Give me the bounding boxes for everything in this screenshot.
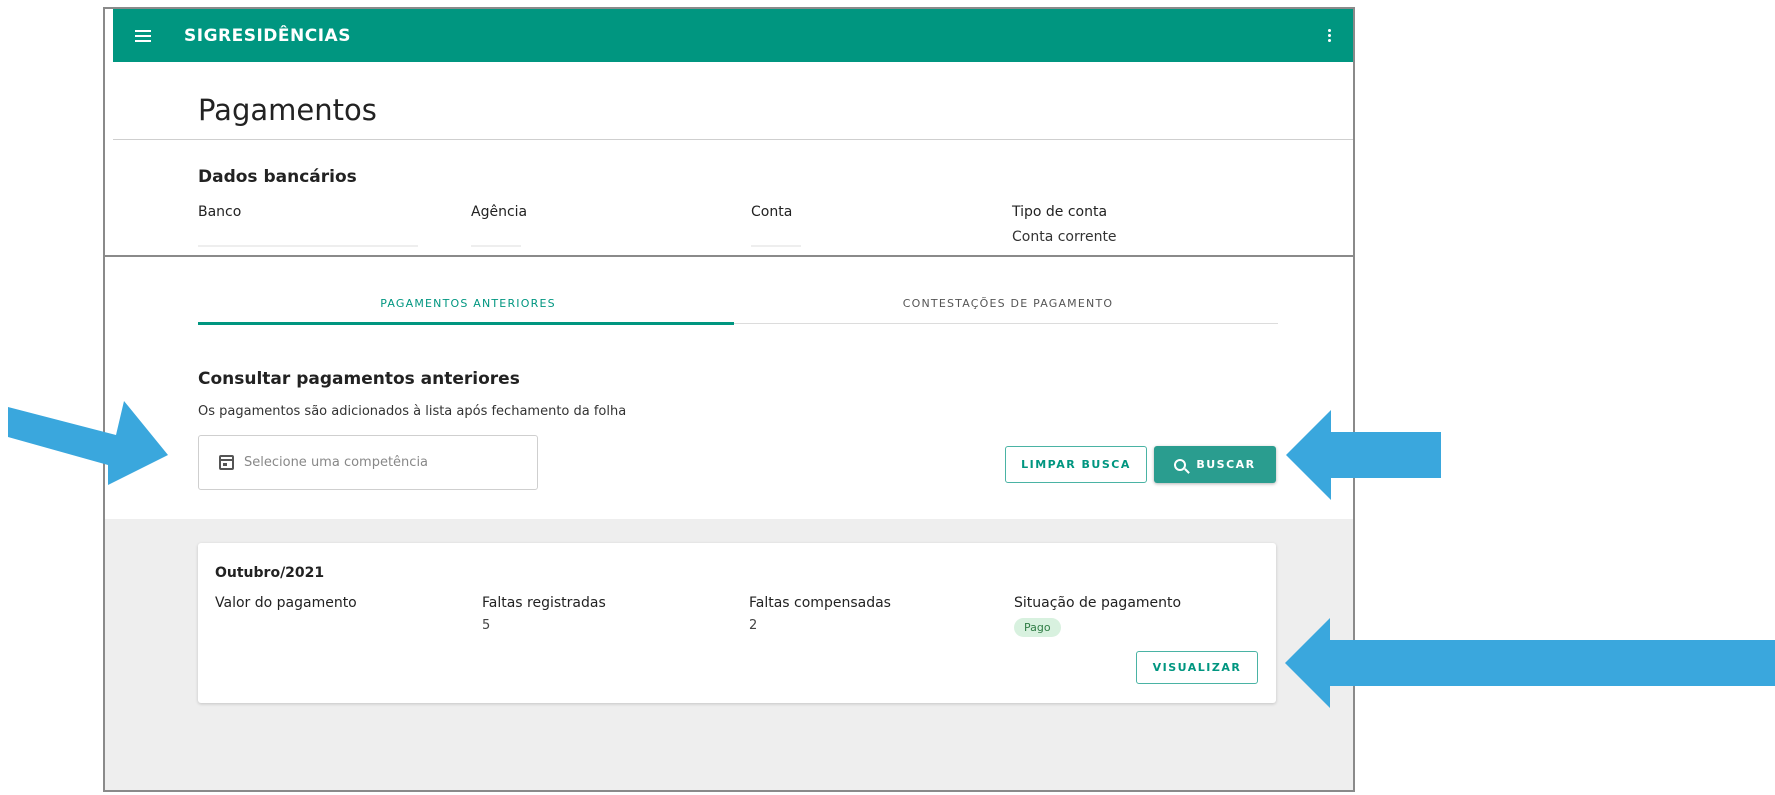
search-heading: Consultar pagamentos anteriores — [198, 369, 520, 389]
view-payment-button[interactable]: VISUALIZAR — [1136, 651, 1258, 684]
calendar-icon — [219, 455, 234, 470]
bank-field-label: Agência — [471, 204, 528, 220]
payment-value-field: Valor do pagamento — [215, 595, 357, 618]
tab-contestacoes-pagamento[interactable]: CONTESTAÇÕES DE PAGAMENTO — [738, 289, 1278, 327]
page-title: Pagamentos — [198, 93, 377, 127]
search-icon — [1174, 458, 1187, 471]
arrow-shape — [1285, 618, 1775, 708]
app-window: SIGRESIDÊNCIAS Pagamentos Dados bancário… — [103, 7, 1355, 792]
status-badge: Pago — [1014, 618, 1061, 637]
bank-field-agencia: Agência — [471, 204, 527, 229]
arrow-shape — [8, 401, 168, 485]
payment-status-field: Situação de pagamento Pago — [1014, 595, 1181, 637]
bank-field-label: Banco — [198, 204, 242, 220]
divider — [113, 139, 1353, 140]
competencia-input[interactable] — [244, 455, 524, 470]
field-label: Valor do pagamento — [215, 595, 357, 611]
field-label: Situação de pagamento — [1014, 595, 1182, 611]
payment-card: Outubro/2021 Valor do pagamento Faltas r… — [198, 543, 1276, 703]
results-area: Outubro/2021 Valor do pagamento Faltas r… — [105, 519, 1353, 790]
payment-absences-field: Faltas registradas 5 — [482, 595, 606, 633]
field-label: Faltas registradas — [482, 595, 606, 611]
arrow-left-annotation-icon — [1286, 410, 1441, 500]
arrow-shape — [1286, 410, 1441, 500]
clear-search-button[interactable]: LIMPAR BUSCA — [1005, 446, 1147, 483]
bank-field-label: Tipo de conta — [1012, 204, 1108, 220]
field-label: Faltas compensadas — [749, 595, 891, 611]
bank-field-tipo-conta: Tipo de conta Conta corrente — [1012, 204, 1117, 245]
hamburger-menu-icon[interactable] — [135, 29, 151, 42]
redacted-value — [198, 245, 418, 247]
app-title: SIGRESIDÊNCIAS — [184, 25, 351, 46]
search-subtitle: Os pagamentos são adicionados à lista ap… — [198, 404, 627, 419]
field-value: 5 — [482, 618, 491, 633]
top-app-bar: SIGRESIDÊNCIAS — [113, 9, 1353, 62]
redacted-value — [471, 245, 521, 247]
more-options-icon[interactable] — [1328, 29, 1331, 43]
tab-bar: PAGAMENTOS ANTERIORES CONTESTAÇÕES DE PA… — [198, 289, 1278, 329]
payment-period: Outubro/2021 — [215, 565, 325, 581]
section-divider — [105, 255, 1353, 257]
bank-field-label: Conta — [751, 204, 793, 220]
search-button-label: BUSCAR — [1196, 458, 1256, 471]
redacted-value — [751, 245, 801, 247]
field-value: 2 — [749, 618, 758, 633]
bank-data-heading: Dados bancários — [198, 167, 357, 187]
bank-field-conta: Conta — [751, 204, 792, 229]
payment-compensated-field: Faltas compensadas 2 — [749, 595, 891, 633]
bank-field-value: Conta corrente — [1012, 229, 1117, 245]
active-tab-indicator — [198, 322, 734, 325]
arrow-right-annotation-icon — [8, 401, 168, 485]
bank-field-banco: Banco — [198, 204, 241, 229]
search-button[interactable]: BUSCAR — [1154, 446, 1276, 483]
competencia-field[interactable] — [198, 435, 538, 490]
arrow-left-annotation-icon — [1285, 618, 1775, 708]
